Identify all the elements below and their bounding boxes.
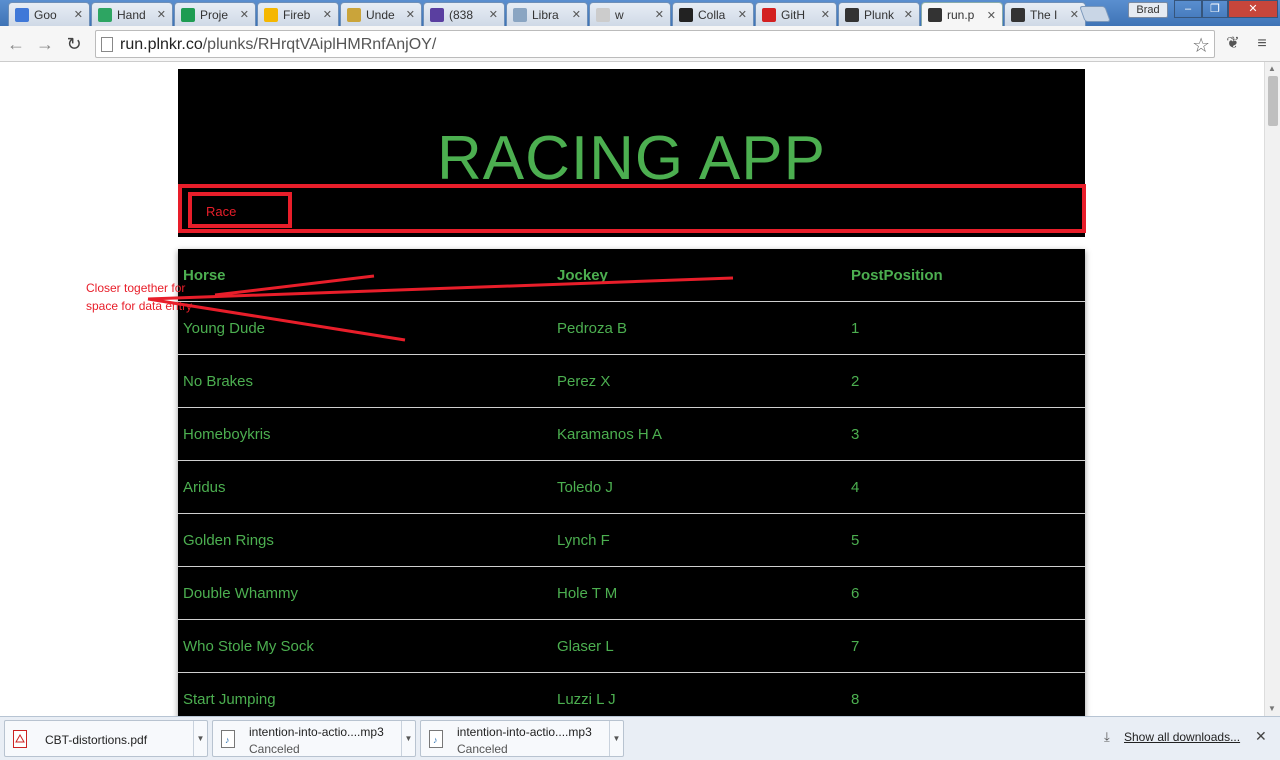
favicon-icon [15, 7, 29, 22]
url-text[interactable]: run.plnkr.co/plunks/RHrqtVAiplHMRnfAnjOY… [120, 36, 436, 54]
tab-label: run.p [947, 8, 975, 22]
maximize-icon[interactable]: ❐ [1202, 0, 1228, 18]
browser-tab[interactable]: Fireb ✕ [257, 2, 339, 26]
bookmark-star-icon[interactable]: ☆ [1192, 33, 1210, 58]
download-item[interactable]: CBT-distortions.pdf ▼ [4, 720, 208, 757]
favicon-icon [347, 7, 361, 22]
tab-close-icon[interactable]: ✕ [157, 8, 166, 21]
browser-tab[interactable]: Colla ✕ [672, 2, 754, 26]
show-all-downloads-link[interactable]: Show all downloads... [1124, 730, 1240, 744]
tab-label: GitH [781, 7, 805, 22]
tab-close-icon[interactable]: ✕ [987, 9, 996, 22]
scroll-up-icon[interactable]: ▲ [1268, 64, 1276, 73]
address-bar[interactable]: run.plnkr.co/plunks/RHrqtVAiplHMRnfAnjOY… [95, 30, 1215, 58]
tab-close-icon[interactable]: ✕ [572, 8, 581, 21]
favicon-icon [1011, 7, 1025, 22]
profile-button[interactable]: Brad [1128, 2, 1168, 18]
tab-label: Libra [532, 7, 559, 22]
close-icon[interactable]: ✕ [1255, 728, 1267, 745]
scroll-down-icon[interactable]: ▼ [1268, 704, 1276, 713]
download-status: Canceled [457, 742, 508, 756]
evernote-icon[interactable]: ❦ [1223, 34, 1243, 54]
favicon-icon [596, 7, 610, 22]
tab-close-icon[interactable]: ✕ [655, 8, 664, 21]
download-status: Canceled [249, 742, 300, 756]
browser-tab[interactable]: Proje ✕ [174, 2, 256, 26]
tab-label: Fireb [283, 7, 311, 22]
download-item[interactable]: ♪ intention-into-actio....mp3 Canceled ▼ [420, 720, 624, 757]
favicon-icon [98, 7, 112, 22]
tab-label: (838 [449, 7, 474, 22]
tab-label: Colla [698, 7, 726, 22]
download-filename: CBT-distortions.pdf [45, 733, 148, 747]
browser-tab[interactable]: (838 ✕ [423, 2, 505, 26]
browser-tab[interactable]: Goo ✕ [8, 2, 90, 26]
new-tab-button[interactable] [1079, 6, 1111, 22]
download-icon: ⤓ [1104, 729, 1110, 744]
chevron-down-icon[interactable]: ▼ [401, 721, 415, 756]
favicon-icon [264, 7, 278, 22]
favicon-icon [928, 8, 942, 22]
chevron-down-icon[interactable]: ▼ [193, 721, 207, 756]
tab-strip: Goo ✕ Hand ✕ Proje ✕ Fireb ✕ Unde ✕ (838 ✕ Libra ✕ w ✕ C… [0, 0, 1280, 27]
favicon-icon [430, 7, 444, 22]
favicon-icon [762, 7, 776, 22]
svg-text:♪: ♪ [225, 735, 230, 745]
page-viewport: RACING APP Race Horse Jockey PostPositio… [0, 62, 1264, 716]
tab-label: The I [1030, 7, 1058, 22]
favicon-icon [679, 7, 693, 22]
browser-toolbar: ← → ↻ run.plnkr.co/plunks/RHrqtVAiplHMRn… [0, 26, 1280, 62]
tab-close-icon[interactable]: ✕ [821, 8, 830, 21]
pdf-file-icon [13, 730, 27, 748]
minimize-icon[interactable]: – [1174, 0, 1202, 18]
favicon-icon [845, 7, 859, 22]
tab-label: Unde [366, 7, 395, 22]
favicon-icon [513, 7, 527, 22]
download-filename: intention-into-actio....mp3 [249, 725, 384, 739]
tab-close-icon[interactable]: ✕ [240, 8, 249, 21]
tab-close-icon[interactable]: ✕ [904, 8, 913, 21]
tab-label: Hand [117, 7, 146, 22]
audio-file-icon: ♪ [221, 730, 235, 748]
browser-tab[interactable]: Plunk ✕ [838, 2, 920, 26]
tab-close-icon[interactable]: ✕ [74, 8, 83, 21]
forward-icon[interactable]: → [33, 32, 57, 56]
close-window-icon[interactable]: ✕ [1228, 0, 1278, 18]
tab-label: Proje [200, 7, 229, 22]
vertical-scrollbar[interactable]: ▲ ▼ [1264, 62, 1280, 716]
svg-text:♪: ♪ [433, 735, 438, 745]
download-item[interactable]: ♪ intention-into-actio....mp3 Canceled ▼ [212, 720, 416, 757]
tab-label: Goo [34, 7, 57, 22]
reload-icon[interactable]: ↻ [62, 32, 86, 56]
download-filename: intention-into-actio....mp3 [457, 725, 592, 739]
chevron-down-icon[interactable]: ▼ [609, 721, 623, 756]
tab-close-icon[interactable]: ✕ [406, 8, 415, 21]
tab-label: Plunk [864, 7, 895, 22]
browser-tab[interactable]: Unde ✕ [340, 2, 422, 26]
page-icon [101, 37, 113, 52]
browser-tab[interactable]: run.p ✕ [921, 2, 1003, 27]
browser-tab[interactable]: Hand ✕ [91, 2, 173, 26]
scroll-thumb[interactable] [1268, 76, 1278, 126]
menu-icon[interactable]: ≡ [1252, 34, 1272, 54]
browser-tab[interactable]: The I ✕ [1004, 2, 1086, 26]
back-icon[interactable]: ← [4, 32, 28, 56]
download-shelf: CBT-distortions.pdf ▼ ♪ intention-into-a… [0, 716, 1280, 760]
browser-tab[interactable]: w ✕ [589, 2, 671, 26]
browser-tab[interactable]: GitH ✕ [755, 2, 837, 26]
annotation-arrows [147, 274, 734, 342]
tab-close-icon[interactable]: ✕ [738, 8, 747, 21]
tab-close-icon[interactable]: ✕ [1070, 8, 1079, 21]
audio-file-icon: ♪ [429, 730, 443, 748]
favicon-icon [181, 7, 195, 22]
tab-close-icon[interactable]: ✕ [323, 8, 332, 21]
tab-label: w [615, 7, 624, 22]
tab-close-icon[interactable]: ✕ [489, 8, 498, 21]
browser-tab[interactable]: Libra ✕ [506, 2, 588, 26]
